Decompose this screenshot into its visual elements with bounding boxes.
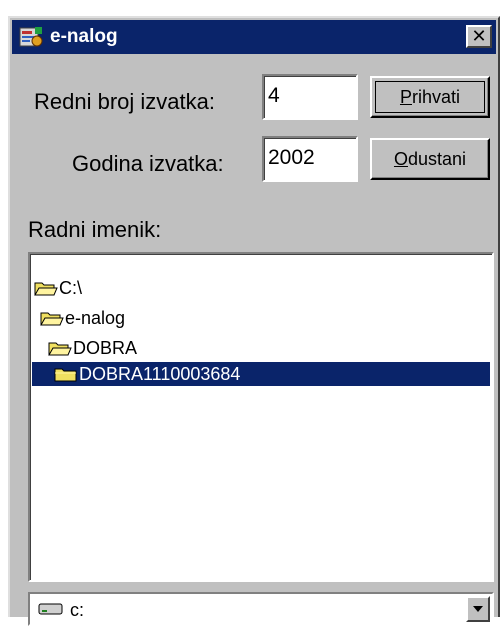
drive-dropdown-button[interactable] [466, 596, 490, 622]
tree-item-label: DOBRA [73, 338, 138, 358]
godina-label: Godina izvatka: [72, 151, 224, 176]
tree-item-label: e-nalog [65, 308, 126, 328]
drive-select[interactable]: c: [28, 592, 494, 626]
tree-item-dobra1110003684[interactable]: DOBRA1110003684 [32, 362, 490, 386]
drive-value: c: [70, 600, 85, 620]
drive-icon [38, 603, 63, 615]
directory-tree[interactable]: C:\ e-nalog DOBRA DOBRA1110003684 [28, 252, 494, 582]
odustani-button[interactable]: Odustani [370, 138, 490, 180]
tree-item-label: DOBRA1110003684 [79, 364, 241, 384]
window-title: e-nalog [50, 26, 118, 47]
tree-item-dobra[interactable]: DOBRA [48, 336, 137, 360]
redni-broj-label: Redni broj izvatka: [34, 89, 215, 114]
e-nalog-window: e-nalog ✕ Redni broj izvatka: 4 Prihvati… [8, 16, 500, 626]
app-icon [19, 27, 43, 47]
prihvati-button[interactable]: Prihvati [370, 76, 490, 118]
redni-broj-input[interactable]: 4 [262, 74, 358, 120]
closed-folder-icon [54, 368, 77, 382]
chevron-down-icon [473, 606, 483, 612]
title-bar[interactable]: e-nalog ✕ [12, 20, 496, 54]
tree-item-e-nalog[interactable]: e-nalog [40, 306, 125, 330]
open-folder-icon [34, 282, 58, 296]
odustani-label: Odustani [393, 149, 467, 169]
open-folder-icon [40, 312, 64, 326]
radni-imenik-label: Radni imenik: [28, 217, 162, 242]
tree-item-root[interactable]: C:\ [34, 276, 82, 300]
godina-input[interactable]: 2002 [262, 136, 358, 182]
close-button[interactable]: ✕ [466, 25, 492, 48]
close-icon: ✕ [471, 26, 487, 46]
open-folder-icon [48, 342, 72, 356]
prihvati-label: Prihvati [399, 87, 461, 107]
tree-item-label: C:\ [59, 278, 83, 298]
